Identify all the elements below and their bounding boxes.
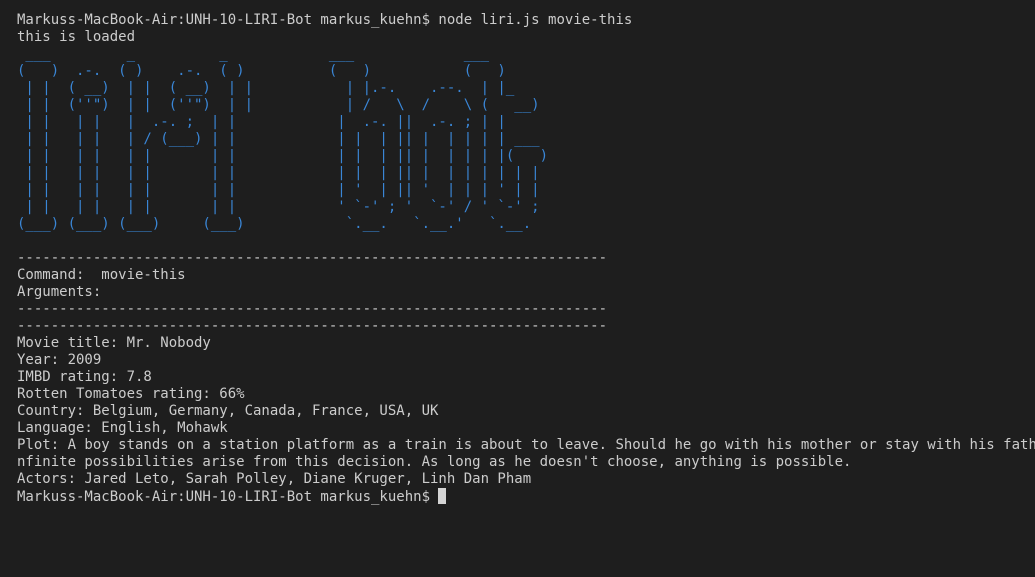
separator-bottom: ----------------------------------------… [17,318,608,334]
separator-top: ----------------------------------------… [17,250,608,266]
liri-bot-ascii-banner: ___ _ _ ___ ___ ( ) .-. ( ) .-. ( ) ( ) … [17,46,549,232]
loaded-message: this is loaded [17,29,136,45]
movie-rotten-rating: Rotten Tomatoes rating: 66% [17,386,245,402]
movie-title: Movie title: Mr. Nobody [17,335,211,351]
arguments-label: Arguments: [17,284,102,300]
movie-plot-line-2: nfinite possibilities arise from this de… [17,454,852,470]
separator-middle: ----------------------------------------… [17,301,608,317]
movie-country: Country: Belgium, Germany, Canada, Franc… [17,403,439,419]
text-cursor [438,488,447,504]
movie-actors: Actors: Jared Leto, Sarah Polley, Diane … [17,471,532,487]
prompt-text: Markuss-MacBook-Air:UNH-10-LIRI-Bot mark… [17,489,439,505]
movie-language: Language: English, Mohawk [17,420,228,436]
prompt-line[interactable]: Markuss-MacBook-Air:UNH-10-LIRI-Bot mark… [17,488,1035,505]
movie-year: Year: 2009 [17,352,102,368]
command-line: Markuss-MacBook-Air:UNH-10-LIRI-Bot mark… [17,12,633,28]
movie-plot-line-1: Plot: A boy stands on a station platform… [17,437,1035,453]
terminal-window[interactable]: Markuss-MacBook-Air:UNH-10-LIRI-Bot mark… [0,0,1035,577]
command-label: Command: movie-this [17,267,186,283]
movie-imdb-rating: IMBD rating: 7.8 [17,369,152,385]
